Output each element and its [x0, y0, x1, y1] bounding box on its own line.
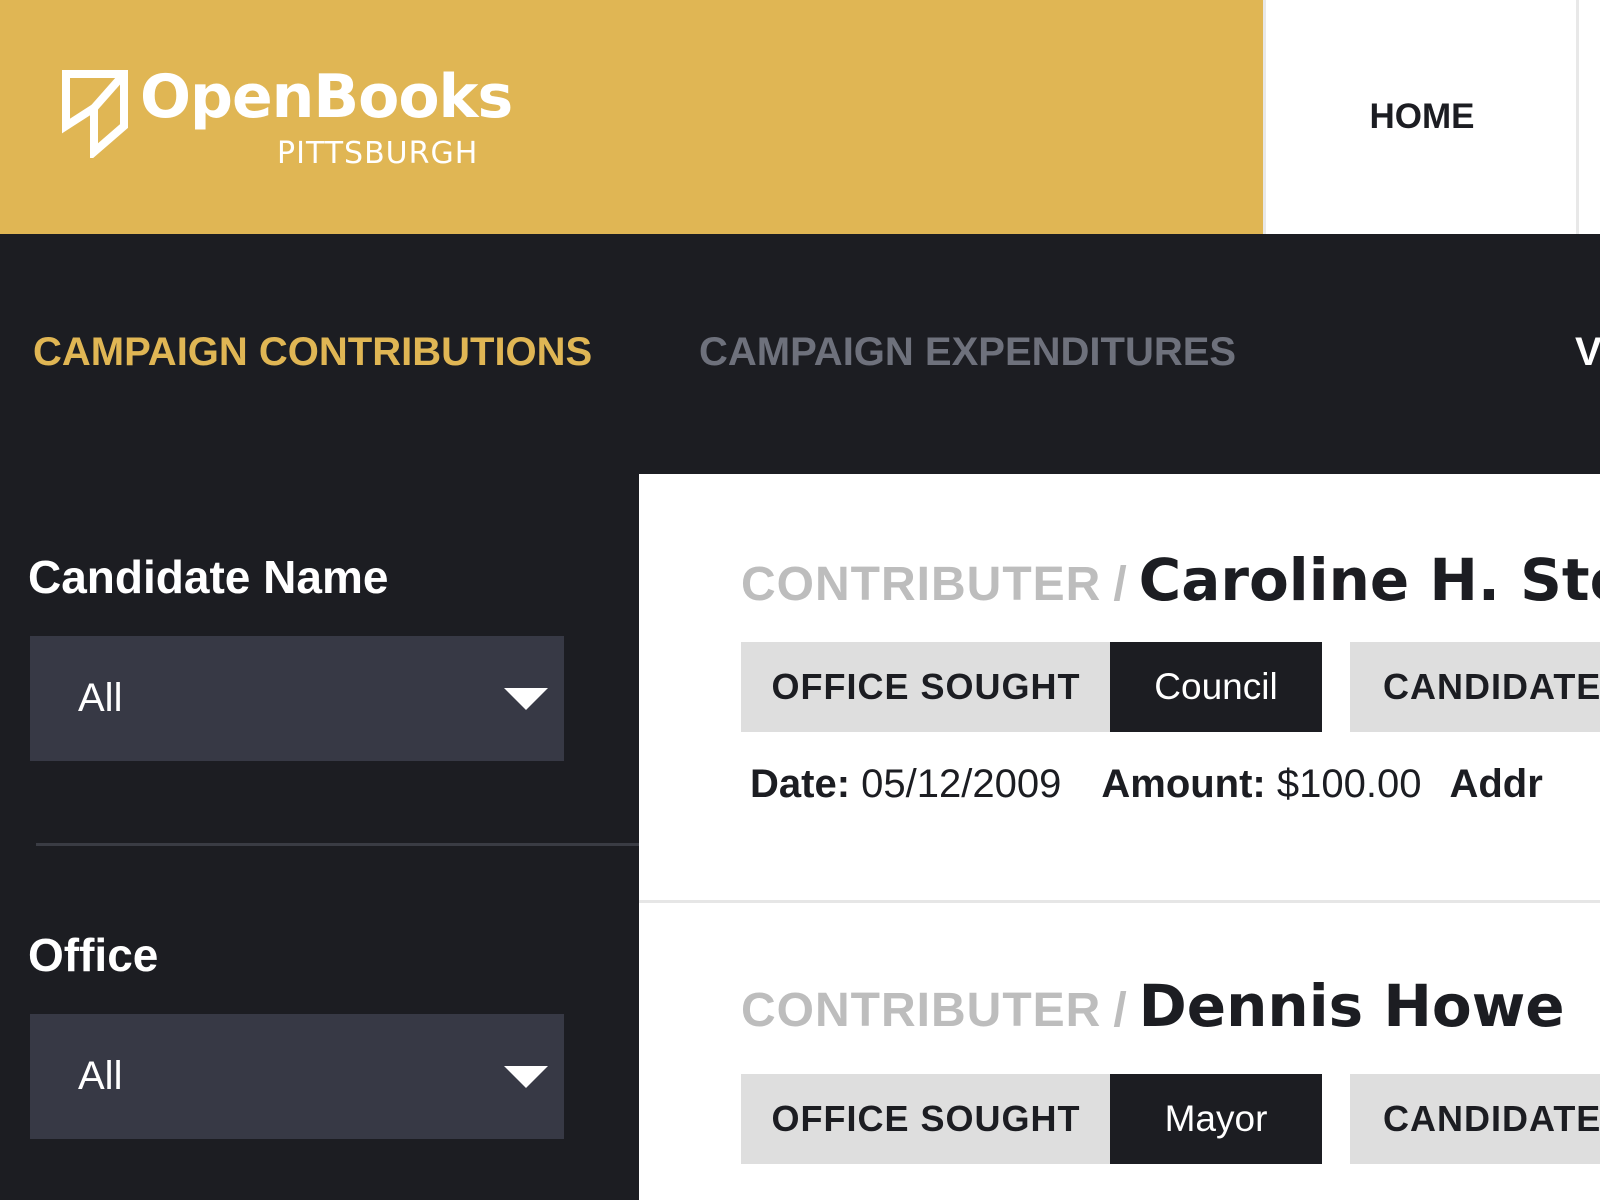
tab-campaign-contributions[interactable]: CAMPAIGN CONTRIBUTIONS: [33, 330, 592, 375]
office-sought-value: Council: [1110, 642, 1322, 732]
office-select-value: All: [78, 1054, 123, 1098]
office-sought-value: Mayor: [1110, 1074, 1322, 1164]
title-separator: /: [1113, 558, 1127, 611]
card-title: CONTRIBUTER / Dennis Howe: [741, 972, 1565, 1040]
tab-truncated[interactable]: V: [1575, 330, 1600, 375]
contribution-details: Date: 05/12/2009 Amount: $100.00 Addr: [750, 762, 1543, 807]
candidate-label: CANDIDATE: [1350, 642, 1600, 732]
results-panel: CONTRIBUTER / Caroline H. Ste OFFICE SOUGH…: [639, 474, 1600, 1200]
address-label: Addr: [1449, 762, 1543, 806]
brand-bar: OpenBooks PITTSBURGH: [0, 0, 1263, 234]
amount-label: Amount:: [1101, 762, 1266, 806]
contributor-label: CONTRIBUTER: [741, 558, 1102, 611]
nav-home-link[interactable]: HOME: [1263, 0, 1578, 234]
tab-campaign-expenditures[interactable]: CAMPAIGN EXPENDITURES: [699, 330, 1236, 375]
title-separator: /: [1113, 984, 1127, 1037]
date-value: 05/12/2009: [861, 762, 1062, 806]
office-select[interactable]: All: [30, 1014, 564, 1139]
office-filter-label: Office: [28, 929, 159, 981]
office-sought-label: OFFICE SOUGHT: [741, 1074, 1111, 1164]
candidate-name-select-value: All: [78, 676, 123, 720]
amount-value: $100.00: [1276, 762, 1422, 806]
card-divider: [639, 900, 1600, 903]
caret-down-icon: [504, 688, 548, 710]
contributor-name[interactable]: Caroline H. Ste: [1139, 546, 1600, 614]
caret-down-icon: [504, 1066, 548, 1088]
card-title: CONTRIBUTER / Caroline H. Ste: [741, 546, 1600, 614]
contributor-label: CONTRIBUTER: [741, 984, 1102, 1037]
book-logo-icon[interactable]: [60, 68, 130, 158]
sidebar-divider: [36, 843, 640, 846]
office-sought-label: OFFICE SOUGHT: [741, 642, 1111, 732]
nav-divider: [1576, 0, 1579, 234]
date-label: Date:: [750, 762, 851, 806]
contributor-name[interactable]: Dennis Howe: [1139, 972, 1565, 1040]
candidate-name-filter-label: Candidate Name: [28, 551, 389, 603]
candidate-name-select[interactable]: All: [30, 636, 564, 761]
logo-title[interactable]: OpenBooks: [140, 62, 513, 132]
candidate-label: CANDIDATE: [1350, 1074, 1600, 1164]
site-header: OpenBooks PITTSBURGH HOME: [0, 0, 1600, 234]
logo-subtitle: PITTSBURGH: [277, 136, 479, 171]
